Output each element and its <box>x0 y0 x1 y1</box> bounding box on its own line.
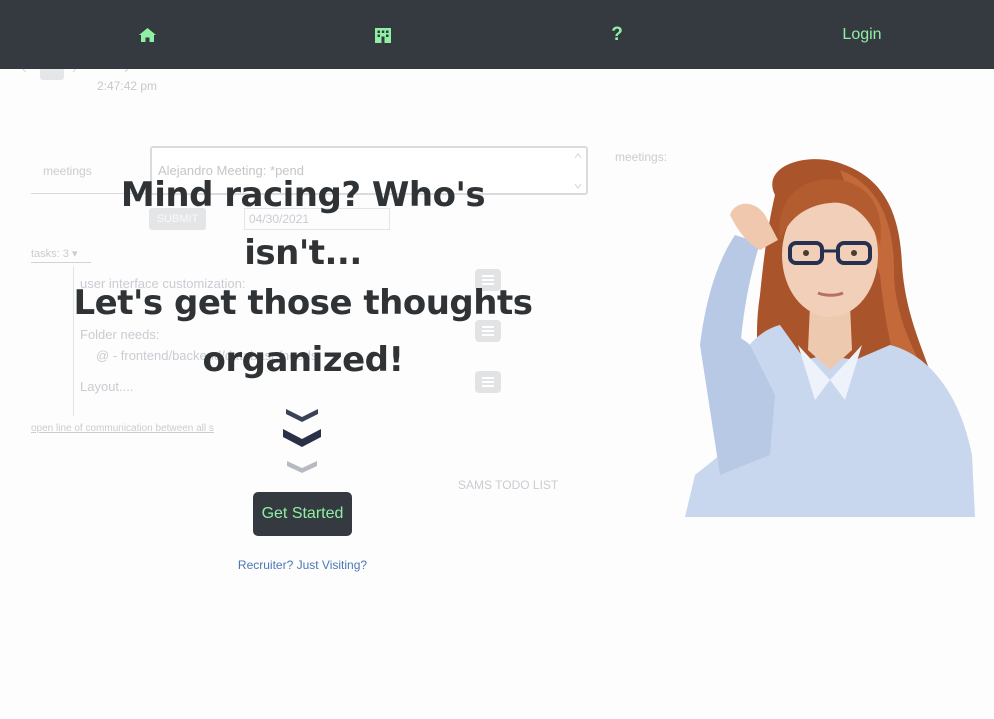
nav-login-link[interactable]: Login <box>830 0 894 69</box>
top-navbar: ? Login <box>0 0 994 69</box>
hero-headline-line: organized! <box>202 340 404 380</box>
bg-task-item: Layout.... <box>80 379 134 394</box>
bg-tasks-dropdown: tasks: 3 ▾ <box>31 247 91 263</box>
hero-headline-line: Let's get those thoughts <box>73 283 533 323</box>
nav-home-button[interactable] <box>131 0 163 69</box>
hero-headline-line: Mind racing? Who's <box>120 175 486 215</box>
building-icon <box>375 27 391 43</box>
bg-meetings-heading: meetings: <box>615 150 668 164</box>
hero-headline-line: isn't... <box>244 233 362 273</box>
get-started-button[interactable]: Get Started <box>253 492 352 536</box>
bg-list-title: SAMS TODO LIST <box>458 478 559 492</box>
home-icon <box>138 27 156 42</box>
nav-help-button[interactable]: ? <box>602 0 632 69</box>
question-icon: ? <box>611 23 623 45</box>
scroll-arrows-icon <box>574 153 582 189</box>
nav-building-button[interactable] <box>367 0 399 69</box>
menu-icon <box>475 320 501 342</box>
bg-task-link: open line of communication between all s <box>31 423 214 434</box>
bg-time-label: 2:47:42 pm <box>97 79 158 93</box>
woman-adjusting-glasses-image <box>685 159 975 517</box>
caret-down-icon: ▾ <box>71 248 78 260</box>
scroll-down-chevrons-icon <box>283 409 321 473</box>
recruiter-link[interactable]: Recruiter? Just Visiting? <box>236 558 369 572</box>
bg-tasks-label: tasks: 3 <box>31 248 69 260</box>
